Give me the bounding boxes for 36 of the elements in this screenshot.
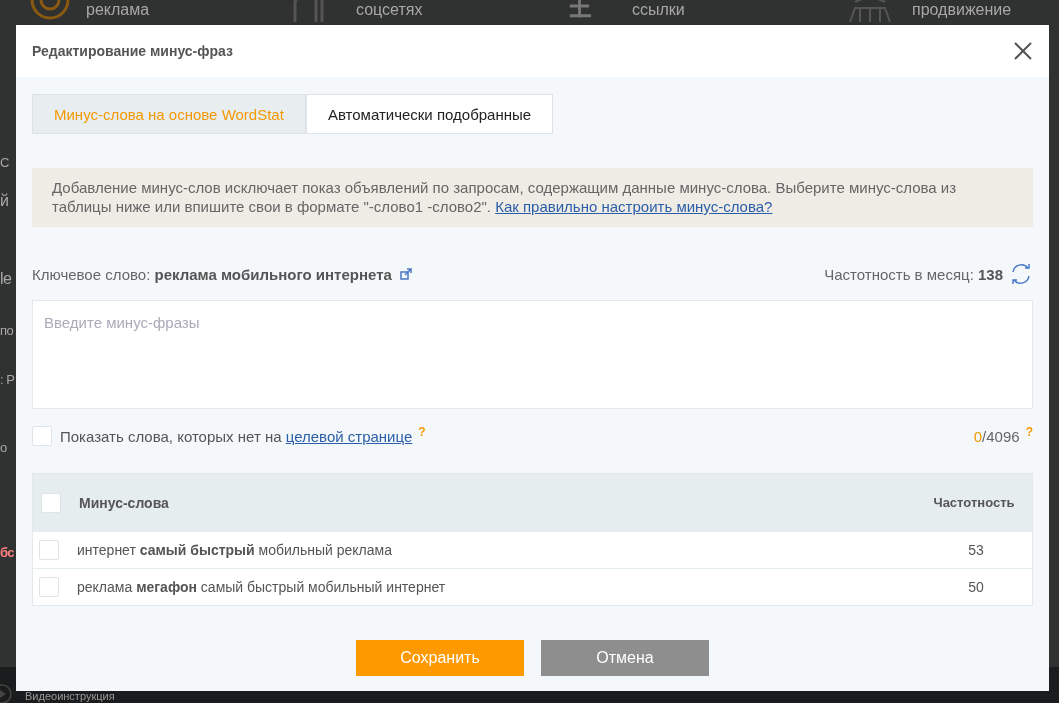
refresh-icon[interactable] — [1009, 262, 1033, 286]
close-icon[interactable] — [1013, 41, 1033, 61]
checkbox[interactable] — [32, 426, 52, 446]
external-link-icon[interactable] — [399, 268, 412, 280]
background-text: С — [0, 155, 9, 170]
dialog-title: Редактирование минус-фраз — [32, 43, 234, 59]
help-link[interactable]: Как правильно настроить минус-слова? — [495, 198, 773, 215]
nav-link[interactable]: реклама — [86, 0, 150, 19]
target-page-link[interactable]: целевой странице — [285, 427, 413, 445]
keyword-label: Ключевое слово: реклама мобильного интернета — [32, 265, 392, 283]
background-text: о — [0, 440, 7, 455]
column-header: Частотность — [932, 495, 1016, 510]
video-link[interactable]: Видеоинструкция — [25, 690, 115, 703]
minus-phrases-field[interactable]: Введите минус-фразы — [32, 300, 1033, 409]
table-cell-text: 53 — [967, 542, 985, 558]
background-text: бс — [0, 545, 15, 560]
select-all-checkbox[interactable] — [41, 492, 61, 513]
tab[interactable]: Автоматически подобранные — [305, 94, 554, 134]
nav-link[interactable]: соцсетях — [356, 0, 423, 19]
background-text: й — [0, 192, 9, 210]
nav-link[interactable]: продвижение — [912, 0, 1012, 19]
row-checkbox[interactable] — [39, 577, 59, 597]
cancel-button[interactable]: Отмена — [541, 640, 709, 676]
background-text: : Р — [0, 372, 15, 387]
frequency-label: Частотность в месяц: 138 — [824, 265, 1003, 283]
info-notice: Добавление минус-слов исключает показ объявлений по запросам, содержащим данные минус-слова. Выберите минус-слова из таблицы ниже или впишите свои в формате "-слово1 -слово2". Как правильно настроить минус-слова? — [32, 168, 1033, 227]
column-header: Минус-слова — [79, 494, 170, 511]
background-text: по — [0, 323, 14, 338]
table-cell-text: 50 — [967, 579, 985, 595]
checkbox-label: Показать слова, которых нет на целевой странице — [60, 427, 413, 445]
table-cell-text: интернет самый быстрый мобильный реклама — [77, 542, 393, 558]
row-checkbox[interactable] — [39, 540, 59, 560]
char-counter: 0/4096 — [973, 427, 1020, 445]
table-cell-text: реклама мегафон самый быстрый мобильный интернет — [77, 579, 447, 595]
nav-link[interactable]: ссылки — [632, 0, 685, 19]
background-text: le — [0, 270, 12, 288]
